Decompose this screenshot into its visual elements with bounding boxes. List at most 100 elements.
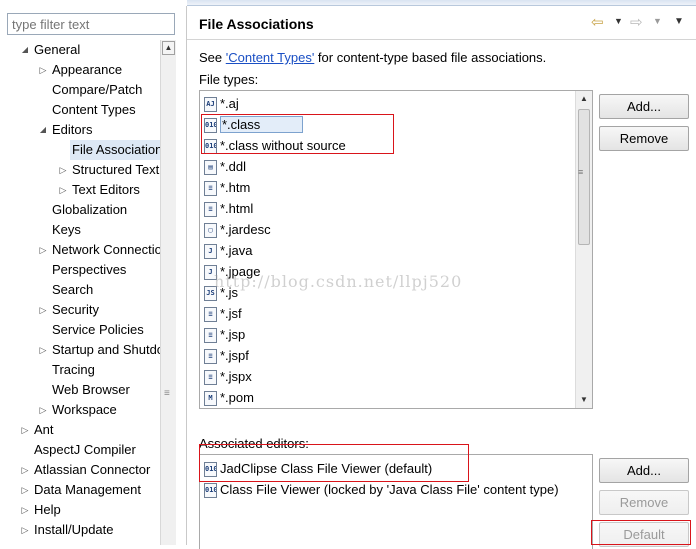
tree-expand-icon[interactable]: ▷ (38, 400, 48, 420)
back-arrow-icon[interactable]: ⇦ (591, 14, 604, 32)
tree-item[interactable]: Editors (50, 120, 96, 140)
scroll-down-icon[interactable]: ▼ (577, 393, 591, 407)
file-type-row[interactable]: ≡ *.jsp (204, 324, 245, 345)
scroll-up-icon[interactable]: ▲ (577, 92, 591, 106)
jardesc-file-icon: ▢ (204, 223, 217, 239)
file-type-label: *.aj (220, 96, 239, 111)
tree-item[interactable]: Structured Text Editors (70, 160, 160, 180)
file-type-row[interactable]: 010 *.class (204, 114, 304, 135)
scroll-grip-icon: ≡ (164, 388, 170, 399)
file-type-row[interactable]: J *.java (204, 240, 253, 261)
class-file-icon: 010 (204, 118, 217, 134)
tree-item[interactable]: Keys (50, 220, 85, 240)
forward-arrow-icon[interactable]: ⇨ (630, 14, 643, 32)
tree-item[interactable]: Workspace (50, 400, 121, 420)
file-type-label: *.htm (220, 180, 251, 195)
view-menu-icon[interactable]: ▼ (674, 16, 684, 27)
tree-item[interactable]: Text Editors (70, 180, 144, 200)
html-file-icon: ≡ (204, 181, 217, 197)
preference-tree: ◢ General ▷ Appearance Compare/Patch Content … (0, 40, 160, 545)
file-type-row[interactable]: ≡ *.jspf (204, 345, 249, 366)
tree-item[interactable]: Tracing (50, 360, 99, 380)
class-file-icon: 010 (204, 483, 217, 499)
tree-expand-icon[interactable]: ▷ (58, 160, 68, 180)
forward-dropdown-icon[interactable]: ▼ (653, 16, 662, 26)
tree-item[interactable]: Network Connections (50, 240, 160, 260)
add-editor-button[interactable]: Add... (599, 458, 689, 483)
tree-item[interactable]: Help (32, 500, 65, 520)
tree-item[interactable]: Service Policies (50, 320, 148, 340)
file-type-label: *.jardesc (220, 222, 271, 237)
file-type-row[interactable]: AJ *.aj (204, 93, 239, 114)
remove-file-type-button[interactable]: Remove (599, 126, 689, 151)
tree-item[interactable]: Ant (32, 420, 58, 440)
tree-item[interactable]: Content Types (50, 100, 140, 120)
tree-item[interactable]: Security (50, 300, 103, 320)
scroll-up-icon[interactable]: ▲ (162, 41, 175, 55)
tree-item[interactable]: Compare/Patch (50, 80, 146, 100)
remove-editor-button[interactable]: Remove (599, 490, 689, 515)
tree-item[interactable]: Web Browser (50, 380, 134, 400)
tree-expand-icon[interactable]: ▷ (20, 420, 30, 440)
tree-expand-icon[interactable]: ▷ (38, 60, 48, 80)
editor-label: Class File Viewer (locked by 'Java Class… (220, 482, 559, 497)
add-file-type-button[interactable]: Add... (599, 94, 689, 119)
tree-item[interactable]: Search (50, 280, 97, 300)
file-type-label: *.jsp (220, 327, 246, 342)
tree-expand-icon[interactable]: ▷ (38, 340, 48, 360)
desc-prefix: See (199, 50, 226, 65)
file-type-label: *.jspx (220, 369, 252, 384)
file-type-row[interactable]: ≡ *.html (204, 198, 253, 219)
editor-label: JadClipse Class File Viewer (default) (220, 461, 433, 476)
file-type-row[interactable]: ▢ *.jardesc (204, 219, 271, 240)
desc-suffix: for content-type based file associations… (314, 50, 547, 65)
file-type-label: *.jspf (220, 348, 249, 363)
tree-expand-icon[interactable]: ▷ (20, 460, 30, 480)
editor-row[interactable]: 010 JadClipse Class File Viewer (default) (204, 458, 432, 479)
scroll-thumb[interactable] (578, 109, 590, 245)
file-type-row[interactable]: 010 *.class without source (204, 135, 346, 156)
content-types-link[interactable]: 'Content Types' (226, 50, 315, 65)
scroll-grip-icon: ≡ (578, 167, 584, 177)
tree-expand-icon[interactable]: ▷ (20, 480, 30, 500)
file-types-label: File types: (199, 72, 259, 87)
tree-expand-icon[interactable]: ▷ (38, 300, 48, 320)
tree-expand-icon[interactable]: ▷ (20, 500, 30, 520)
file-type-row[interactable]: ≡ *.jsf (204, 303, 242, 324)
tree-item[interactable]: Data Management (32, 480, 145, 500)
file-type-row[interactable]: ▤ *.ddl (204, 156, 246, 177)
tree-expand-icon[interactable]: ▷ (38, 240, 48, 260)
text-file-icon: ≡ (204, 349, 217, 365)
text-file-icon: ≡ (204, 370, 217, 386)
editor-row[interactable]: 010 Class File Viewer (locked by 'Java Cl… (204, 479, 559, 500)
tree-item[interactable]: Startup and Shutdown (50, 340, 160, 360)
file-type-row[interactable]: ≡ *.htm (204, 177, 250, 198)
aj-file-icon: AJ (204, 97, 217, 113)
tree-item[interactable]: File Associations (70, 140, 160, 160)
tree-item[interactable]: General (32, 40, 84, 60)
associated-editors-list[interactable]: 010 JadClipse Class File Viewer (default)… (199, 454, 593, 549)
watermark-text: http://blog.csdn.net/llpj520 (214, 272, 463, 291)
tree-item[interactable]: Perspectives (50, 260, 130, 280)
back-dropdown-icon[interactable]: ▼ (614, 16, 623, 26)
tree-collapse-icon[interactable]: ◢ (38, 120, 48, 140)
tree-expand-icon[interactable]: ▷ (20, 520, 30, 540)
file-type-label: *.pom (220, 390, 254, 405)
tree-item[interactable]: Globalization (50, 200, 131, 220)
tree-item[interactable]: Appearance (50, 60, 126, 80)
tree-expand-icon[interactable]: ▷ (58, 180, 68, 200)
file-types-scrollbar[interactable]: ▲ ≡ ▼ (575, 91, 592, 408)
default-editor-button[interactable]: Default (599, 522, 689, 547)
file-type-row[interactable]: M *.pom (204, 387, 254, 408)
tree-item[interactable]: Atlassian Connector (32, 460, 154, 480)
class-file-icon: 010 (204, 139, 217, 155)
file-type-label: *.html (220, 201, 254, 216)
tree-item[interactable]: AspectJ Compiler (32, 440, 140, 460)
tree-scrollbar[interactable]: ▲ ≡ (160, 40, 176, 545)
tree-item[interactable]: Install/Update (32, 520, 118, 540)
tree-collapse-icon[interactable]: ◢ (20, 40, 30, 60)
filter-input[interactable] (7, 13, 175, 35)
file-type-row[interactable]: ≡ *.jspx (204, 366, 252, 387)
file-types-list[interactable]: AJ *.aj 010 *.class 010 *.class without sourc… (199, 90, 593, 409)
text-file-icon: ≡ (204, 328, 217, 344)
